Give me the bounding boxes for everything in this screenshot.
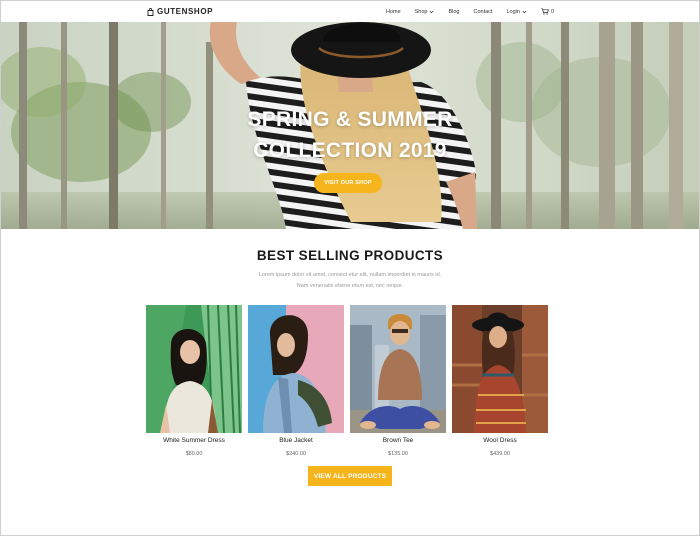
nav-shop[interactable]: Shop: [415, 9, 435, 15]
product-grid: White Summer Dress $80.00 Blue Jacket $2…: [146, 305, 548, 465]
hero-title-line-1: SPRING & SUMMER: [247, 108, 453, 131]
product-price: $80.00: [185, 451, 203, 457]
hero-slider[interactable]: SPRING & SUMMER COLLECTION 2019 VISIT OU…: [1, 22, 699, 229]
hero-title-line-2: COLLECTION 2019: [253, 139, 447, 162]
nav-home-label: Home: [385, 8, 401, 15]
section-subtitle: Lorem ipsum dolor sit amet, consect etur…: [0, 270, 700, 292]
product-image: [452, 305, 548, 433]
top-navbar: GUTENSHOP Home Shop Blog Contact Login 0: [1, 1, 699, 22]
product-card[interactable]: White Summer Dress $80.00: [146, 305, 242, 457]
nav-login[interactable]: Login: [506, 8, 527, 15]
chevron-down-icon: [430, 10, 434, 13]
brand-name: GUTENSHOP: [157, 7, 214, 16]
product-price: $240.00: [286, 451, 306, 457]
product-card[interactable]: Wool Dress $439.00: [452, 305, 548, 457]
nav-home[interactable]: Home: [386, 9, 401, 15]
nav-shop-label: Shop: [414, 8, 428, 15]
section-subtitle-line-2: Nam venenatis ebene etum est, nec neque.: [296, 283, 404, 289]
section-subtitle-line-1: Lorem ipsum dolor sit amet, consect etur…: [258, 272, 442, 278]
nav-blog-label: Blog: [448, 8, 460, 15]
product-image: [248, 305, 344, 433]
product-card[interactable]: Brown Tee $135.00: [350, 305, 446, 457]
product-name[interactable]: Wool Dress: [452, 437, 548, 444]
product-image: [350, 305, 446, 433]
product-name[interactable]: White Summer Dress: [146, 437, 242, 444]
section-title: BEST SELLING PRODUCTS: [256, 248, 444, 263]
product-name[interactable]: Blue Jacket: [248, 437, 344, 444]
product-image: [146, 305, 242, 433]
main-menu: Home Shop Blog Contact Login 0: [386, 8, 554, 15]
product-card[interactable]: Blue Jacket $240.00: [248, 305, 344, 457]
product-price: $135.00: [388, 451, 408, 457]
nav-contact-label: Contact: [473, 8, 493, 15]
nav-contact[interactable]: Contact: [474, 9, 493, 15]
cart-icon: [541, 8, 549, 15]
product-price: $439.00: [490, 451, 510, 457]
brand-logo[interactable]: GUTENSHOP: [147, 7, 213, 16]
cart-count: 0: [550, 8, 554, 15]
cart-button[interactable]: 0: [541, 8, 554, 15]
view-all-products-button[interactable]: VIEW ALL PRODUCTS: [308, 466, 392, 486]
shopping-bag-icon: [147, 7, 154, 16]
visit-shop-button[interactable]: VISIT OUR SHOP: [314, 173, 382, 193]
product-name[interactable]: Brown Tee: [350, 437, 446, 444]
chevron-down-icon: [522, 10, 527, 13]
nav-blog[interactable]: Blog: [448, 9, 459, 15]
hero-title: SPRING & SUMMER COLLECTION 2019: [1, 104, 699, 166]
nav-login-label: Login: [506, 8, 520, 15]
